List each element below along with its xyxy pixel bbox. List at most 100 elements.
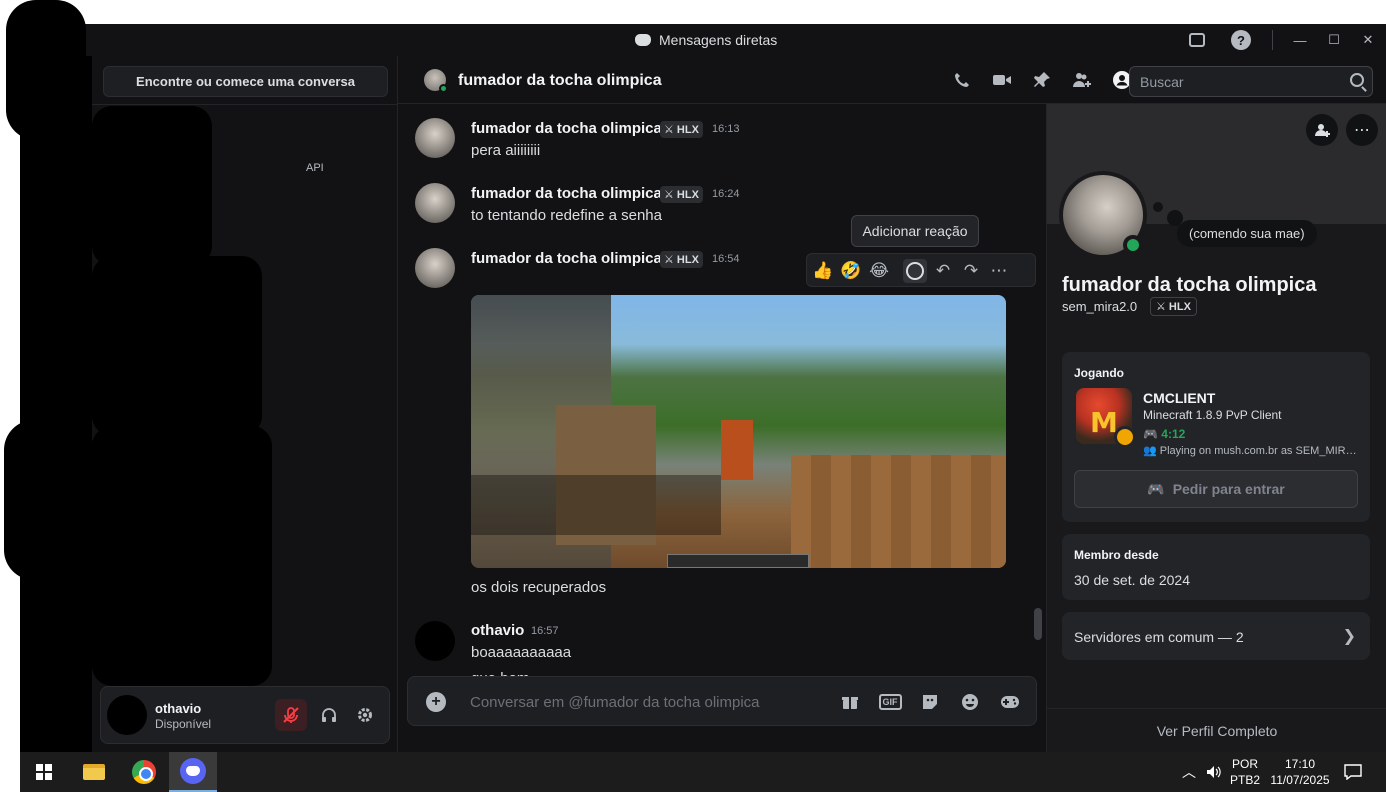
mic-off-icon bbox=[283, 707, 299, 723]
avatar[interactable] bbox=[415, 621, 455, 661]
activities-icon[interactable] bbox=[998, 690, 1022, 714]
add-reaction-tooltip: Adicionar reação bbox=[851, 215, 979, 247]
dm-label: API bbox=[306, 162, 324, 174]
titlebar-divider bbox=[1272, 30, 1273, 50]
avatar[interactable] bbox=[107, 695, 147, 735]
redacted-area bbox=[92, 256, 262, 436]
clock-date: 11/07/2025 bbox=[1270, 773, 1330, 787]
gear-icon bbox=[358, 708, 372, 722]
pin-icon[interactable] bbox=[1030, 68, 1054, 92]
redacted-area bbox=[92, 106, 212, 266]
mutual-servers-row[interactable]: Servidores em comum — 2 ❯ bbox=[1062, 612, 1370, 660]
add-friends-to-dm-icon[interactable] bbox=[1070, 68, 1094, 92]
server-rail-redacted bbox=[20, 56, 92, 752]
reply-icon[interactable]: ↶ bbox=[931, 259, 955, 283]
message-author[interactable]: othavio bbox=[471, 622, 524, 639]
message-text: pera aiiiiiiii bbox=[471, 142, 541, 159]
joy-reaction-icon[interactable]: 😂 bbox=[867, 259, 891, 283]
gift-icon[interactable] bbox=[838, 690, 862, 714]
chrome-button[interactable] bbox=[120, 752, 168, 792]
clan-tag-badge[interactable]: ⚔ HLX bbox=[660, 121, 703, 138]
clock[interactable]: 17:10 11/07/2025 bbox=[1268, 752, 1332, 792]
redacted-area bbox=[6, 0, 86, 140]
message-author[interactable]: fumador da tocha olimpica bbox=[471, 185, 662, 202]
chat-title[interactable]: fumador da tocha olimpica bbox=[458, 72, 662, 90]
discord-taskbar-button[interactable] bbox=[169, 752, 217, 792]
screenshot-region bbox=[667, 554, 809, 568]
ask-to-join-button[interactable]: 🎮 Pedir para entrar bbox=[1074, 470, 1358, 508]
sticker-icon[interactable] bbox=[918, 690, 942, 714]
game-state: 👥 Playing on mush.com.br as SEM_MIRA2.0 bbox=[1143, 444, 1358, 457]
thumbs-up-reaction-icon[interactable]: 👍 bbox=[811, 259, 835, 283]
rolling-laughing-reaction-icon[interactable]: 🤣 bbox=[839, 259, 863, 283]
mute-mic-button[interactable] bbox=[275, 699, 307, 731]
gif-icon[interactable]: GIF bbox=[878, 690, 902, 714]
find-conversation-button[interactable]: Encontre ou comece uma conversa bbox=[103, 66, 388, 97]
view-full-profile-link[interactable]: Ver Perfil Completo bbox=[1047, 708, 1386, 752]
discord-window: Mensagens diretas ? — ☐ ✕ Encontre ou co… bbox=[20, 24, 1386, 752]
current-user-status: Disponível bbox=[155, 717, 212, 731]
message-timestamp: 16:57 bbox=[531, 625, 559, 637]
volume-icon[interactable] bbox=[1206, 752, 1222, 792]
message-composer: + GIF bbox=[407, 676, 1037, 726]
clan-tag-badge[interactable]: ⚔ HLX bbox=[660, 251, 703, 268]
member-since-heading: Membro desde bbox=[1074, 548, 1159, 562]
clan-tag-text: HLX bbox=[676, 124, 699, 136]
message-input[interactable] bbox=[470, 687, 830, 717]
more-profile-options-button[interactable]: ⋯ bbox=[1346, 114, 1378, 146]
game-elapsed-value: 4:12 bbox=[1161, 427, 1186, 441]
notifications-icon[interactable] bbox=[1344, 752, 1362, 792]
video-call-icon[interactable] bbox=[990, 68, 1014, 92]
member-since-date: 30 de set. de 2024 bbox=[1074, 572, 1190, 588]
clan-tag-badge[interactable]: ⚔ HLX bbox=[660, 186, 703, 203]
image-attachment[interactable] bbox=[471, 295, 1006, 568]
deafen-button[interactable] bbox=[313, 699, 345, 731]
clan-tag-badge[interactable]: ⚔ HLX bbox=[1150, 297, 1197, 316]
message-text: os dois recuperados bbox=[471, 579, 607, 596]
chrome-icon bbox=[132, 760, 156, 784]
game-detail: Minecraft 1.8.9 PvP Client bbox=[1143, 408, 1282, 422]
redacted-area bbox=[92, 426, 272, 686]
game-title: CMCLIENT bbox=[1143, 390, 1216, 406]
upload-plus-icon[interactable]: + bbox=[426, 692, 446, 712]
message-list: fumador da tocha olimpica ⚔ HLX 16:13 pe… bbox=[398, 104, 1046, 684]
message-actions-bar: 👍 🤣 😂 ↶ ↷ ⋯ bbox=[806, 253, 1036, 287]
clan-tag-text: HLX bbox=[1168, 301, 1191, 313]
member-since-card: Membro desde 30 de set. de 2024 bbox=[1062, 534, 1370, 600]
dm-divider bbox=[92, 104, 398, 105]
start-button[interactable] bbox=[20, 752, 68, 792]
file-explorer-button[interactable] bbox=[70, 752, 118, 792]
avatar[interactable] bbox=[415, 248, 455, 288]
minimize-button[interactable]: — bbox=[1282, 24, 1318, 56]
voice-call-icon[interactable] bbox=[950, 68, 974, 92]
title-bar: Mensagens diretas ? — ☐ ✕ bbox=[20, 24, 1386, 56]
add-friend-button[interactable] bbox=[1306, 114, 1338, 146]
profile-avatar[interactable] bbox=[1059, 171, 1147, 259]
game-state-text: Playing on mush.com.br as SEM_MIRA2.0 bbox=[1159, 445, 1358, 457]
help-icon[interactable]: ? bbox=[1229, 28, 1253, 52]
inbox-icon[interactable] bbox=[1185, 28, 1209, 52]
desktop: Mensagens diretas ? — ☐ ✕ Encontre ou co… bbox=[0, 0, 1386, 792]
add-reaction-icon[interactable] bbox=[903, 259, 927, 283]
avatar[interactable] bbox=[415, 183, 455, 223]
maximize-button[interactable]: ☐ bbox=[1316, 24, 1352, 56]
avatar[interactable] bbox=[415, 118, 455, 158]
show-hidden-icons-button[interactable]: ︿ bbox=[1182, 752, 1196, 792]
emoji-icon[interactable] bbox=[958, 690, 982, 714]
user-settings-button[interactable] bbox=[349, 699, 381, 731]
message-author[interactable]: fumador da tocha olimpica bbox=[471, 250, 662, 267]
message-timestamp: 16:24 bbox=[712, 188, 740, 200]
close-button[interactable]: ✕ bbox=[1350, 24, 1386, 56]
profile-username: sem_mira2.0 bbox=[1062, 299, 1138, 314]
forward-icon[interactable]: ↷ bbox=[959, 259, 983, 283]
screenshot-region bbox=[721, 420, 753, 480]
input-language-indicator[interactable]: POR PTB2 bbox=[1230, 752, 1260, 792]
game-elapsed: 🎮 4:12 bbox=[1143, 427, 1186, 441]
message-scrollbar[interactable] bbox=[1034, 608, 1042, 640]
more-options-icon[interactable]: ⋯ bbox=[987, 259, 1011, 283]
message-author[interactable]: fumador da tocha olimpica bbox=[471, 120, 662, 137]
activity-card: Jogando M CMCLIENT Minecraft 1.8.9 PvP C… bbox=[1062, 352, 1370, 522]
chat-search[interactable] bbox=[1129, 66, 1373, 97]
search-input[interactable] bbox=[1130, 67, 1340, 96]
avatar[interactable] bbox=[424, 69, 448, 93]
